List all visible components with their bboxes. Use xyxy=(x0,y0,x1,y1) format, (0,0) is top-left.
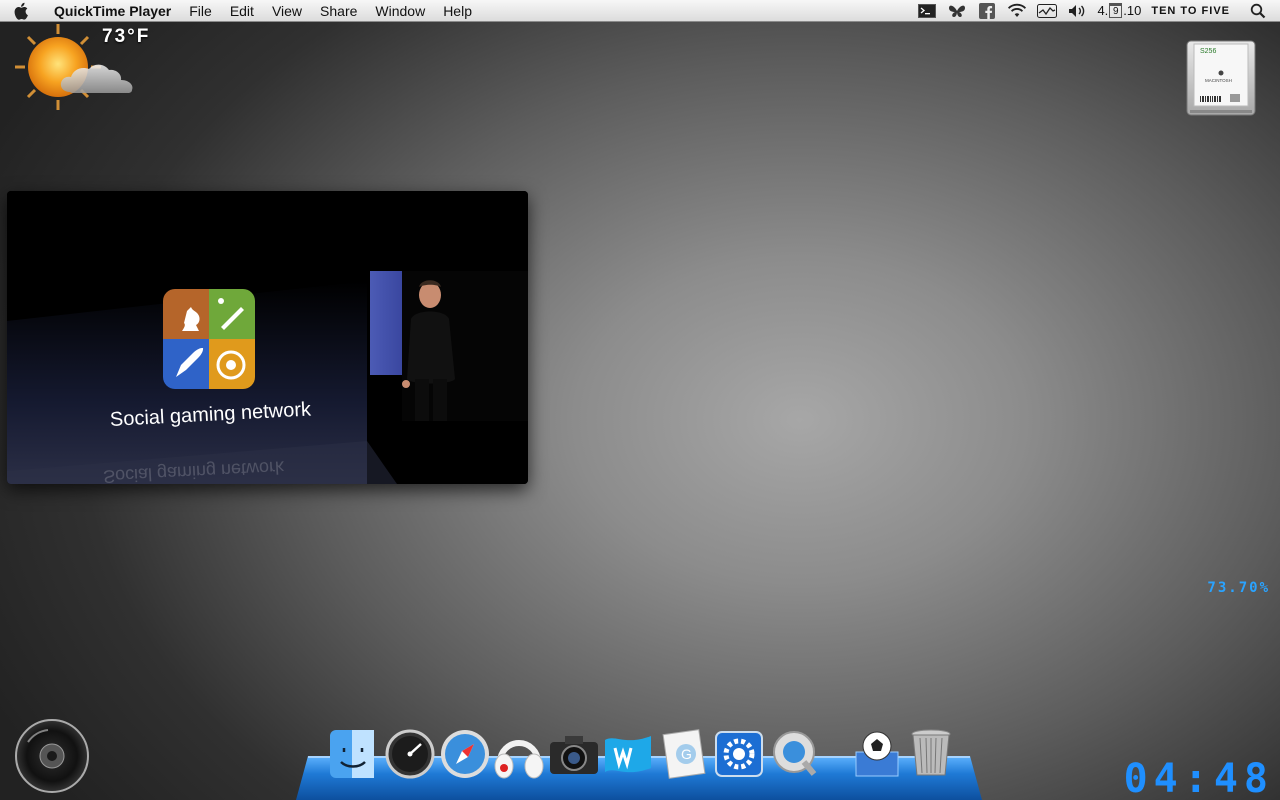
safari-icon[interactable] xyxy=(438,726,490,782)
status-area: 4. 9 .10 TEN TO FIVE xyxy=(907,0,1280,22)
butterfly-icon[interactable] xyxy=(947,3,967,19)
menubar-date[interactable]: 4. 9 .10 xyxy=(1097,3,1141,18)
quicktime-icon[interactable] xyxy=(768,726,820,782)
volume-icon[interactable] xyxy=(1067,3,1087,19)
calendar-day-icon: 9 xyxy=(1109,3,1123,18)
date-day-prefix: 4. xyxy=(1097,3,1109,18)
hard-drive-icon[interactable]: S256 MACINTOSH xyxy=(1186,40,1256,118)
menu-app-name[interactable]: QuickTime Player xyxy=(44,0,180,22)
menu-help[interactable]: Help xyxy=(434,0,481,22)
weather-widget[interactable]: 73°F xyxy=(0,22,170,112)
system-preferences-icon[interactable] xyxy=(712,726,764,782)
activity-icon[interactable] xyxy=(1037,3,1058,19)
menubar-clock-words[interactable]: TEN TO FIVE xyxy=(1151,5,1230,17)
textedit-icon[interactable]: G xyxy=(656,726,708,782)
drive-label-brand: MACINTOSH xyxy=(1205,78,1232,83)
word-icon[interactable] xyxy=(601,726,653,782)
weather-temperature: 73°F xyxy=(102,26,151,47)
dashboard-icon[interactable] xyxy=(383,726,435,782)
svg-text:G: G xyxy=(681,746,692,762)
drive-label-top: S256 xyxy=(1200,48,1216,55)
battery-percent: 73.70% xyxy=(1207,580,1270,596)
menu-edit[interactable]: Edit xyxy=(221,0,263,22)
camera-icon[interactable] xyxy=(547,726,599,782)
facebook-icon[interactable] xyxy=(977,2,997,19)
menu-view[interactable]: View xyxy=(263,0,311,22)
quicktime-video-window[interactable]: Social gaming network Social gaming netw… xyxy=(7,191,528,484)
apple-menu-icon[interactable] xyxy=(0,0,44,22)
digital-clock: 04:48 xyxy=(1123,756,1274,800)
wifi-icon[interactable] xyxy=(1007,3,1027,19)
date-year-suffix: .10 xyxy=(1123,3,1142,18)
dvd-disc-icon[interactable] xyxy=(14,718,90,794)
trash-icon[interactable] xyxy=(904,726,956,782)
menu-window[interactable]: Window xyxy=(366,0,434,22)
menu-share[interactable]: Share xyxy=(311,0,366,22)
soccer-downloads-icon[interactable] xyxy=(850,726,902,782)
spotlight-search-icon[interactable] xyxy=(1248,3,1268,19)
terminal-icon[interactable] xyxy=(917,3,937,19)
game-center-icon xyxy=(163,289,255,389)
menu-bar: QuickTime Player File Edit View Share Wi… xyxy=(0,0,1280,22)
menu-file[interactable]: File xyxy=(180,0,221,22)
dock: G xyxy=(326,726,966,786)
video-frame xyxy=(7,191,528,484)
beats-headphones-icon[interactable] xyxy=(492,726,544,782)
finder-icon[interactable] xyxy=(326,726,378,782)
